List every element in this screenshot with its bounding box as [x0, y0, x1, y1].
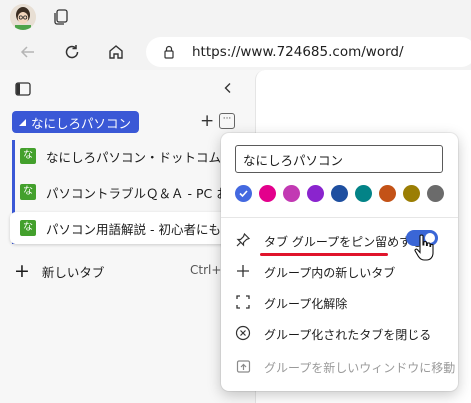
ungroup-label: グループ化解除 [264, 297, 348, 311]
refresh-icon [65, 45, 79, 59]
home-icon [109, 45, 123, 59]
profile-avatar[interactable] [10, 4, 36, 30]
tab-item[interactable]: な なにしろパソコン・ドットコム | マルチ [10, 140, 240, 172]
color-swatch-magenta[interactable] [283, 185, 300, 202]
tab-group-label[interactable]: なにしろパソコン [12, 111, 140, 133]
title-bar [0, 0, 471, 34]
color-swatch-pink[interactable] [259, 185, 276, 202]
collapse-triangle-icon [19, 118, 26, 126]
mouse-pointer-icon [414, 234, 434, 262]
back-arrow-icon [20, 46, 34, 58]
site-favicon-icon: な [20, 184, 36, 200]
color-swatch-purple[interactable] [307, 185, 324, 202]
pin-tab-group-label: タブ グループをピン留めする [264, 235, 424, 249]
move-group-to-window-item[interactable]: グループを新しいウィンドウに移動 [221, 352, 458, 380]
pin-icon [235, 232, 251, 248]
navigation-bar: https://www.724685.com/word/ [0, 34, 471, 70]
close-circle-icon [235, 325, 251, 341]
group-name-input[interactable] [235, 145, 443, 173]
color-swatch-teal[interactable] [355, 185, 372, 202]
new-tab-label: 新しいタブ [41, 264, 105, 280]
move-window-icon [235, 358, 251, 374]
vertical-tabs-sidebar: なにしろパソコン + ··· な なにしろパソコン・ドットコム | マルチ な … [0, 70, 255, 403]
ungroup-item[interactable]: グループ化解除 [221, 288, 458, 316]
collapse-sidebar-button[interactable] [218, 78, 238, 98]
color-swatch-orange[interactable] [379, 185, 396, 202]
address-bar[interactable]: https://www.724685.com/word/ [146, 37, 471, 67]
lock-icon[interactable] [162, 45, 176, 59]
tab-title: パソコン用語解説 - 初心者にもや [46, 221, 234, 237]
ungroup-icon [235, 294, 251, 310]
checkmark-icon [239, 190, 248, 198]
tab-item[interactable]: な パソコントラブルＱ＆Ａ - PC お悩み [10, 176, 240, 208]
site-favicon-icon: な [20, 220, 36, 236]
new-tab-button[interactable]: + 新しいタブ Ctrl+T [14, 260, 249, 282]
tab-title: パソコントラブルＱ＆Ａ - PC お悩み [46, 185, 240, 201]
url-text: https://www.724685.com/word/ [192, 44, 404, 60]
annotation-underline [260, 253, 388, 256]
group-add-tab-button[interactable]: + [200, 112, 214, 130]
color-swatch-blue-selected[interactable] [235, 185, 252, 202]
group-more-options-button[interactable]: ··· [219, 113, 235, 129]
plus-icon: + [14, 260, 30, 282]
color-swatch-olive[interactable] [403, 185, 420, 202]
workspaces-icon[interactable] [52, 8, 70, 26]
color-swatch-navy[interactable] [331, 185, 348, 202]
plus-icon [235, 263, 251, 279]
home-button[interactable] [104, 40, 128, 64]
close-group-tabs-item[interactable]: グループ化されたタブを閉じる [221, 319, 458, 347]
menu-divider [221, 217, 458, 218]
color-swatch-gray[interactable] [427, 185, 444, 202]
tab-item-active[interactable]: な パソコン用語解説 - 初心者にもや [10, 212, 242, 244]
new-tab-in-group-label: グループ内の新しいタブ [264, 266, 396, 280]
close-group-tabs-label: グループ化されたタブを閉じる [264, 328, 432, 342]
vertical-tabs-icon[interactable] [14, 80, 32, 98]
tab-group-name: なにしろパソコン [31, 115, 132, 131]
move-group-to-window-label: グループを新しいウィンドウに移動 [264, 361, 456, 375]
chevron-left-icon [224, 83, 231, 93]
back-button[interactable] [16, 40, 40, 64]
tab-title: なにしろパソコン・ドットコム | マルチ [46, 149, 240, 165]
site-favicon-icon: な [20, 148, 36, 164]
refresh-button[interactable] [60, 40, 84, 64]
